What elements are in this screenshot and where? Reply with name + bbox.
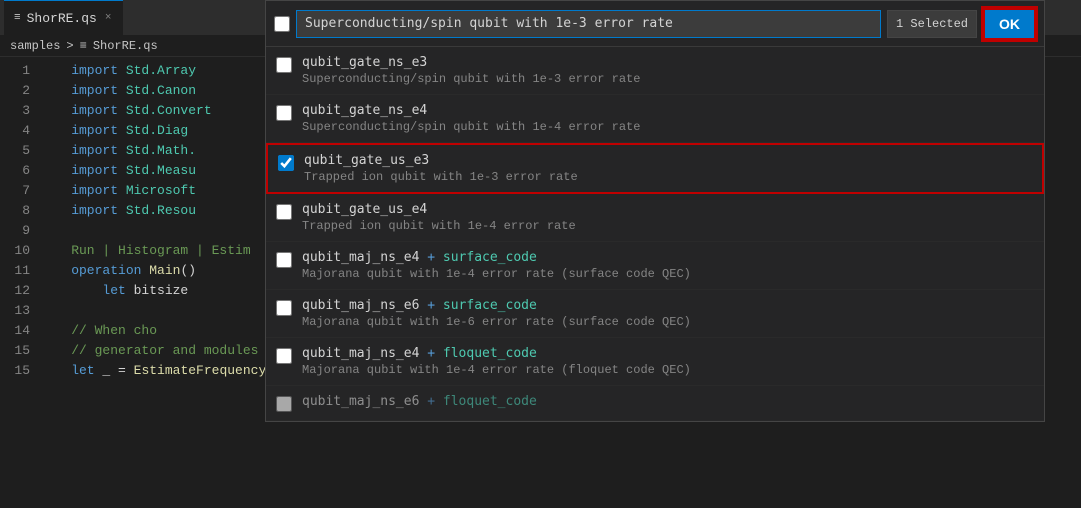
- list-item[interactable]: qubit_gate_us_e3 Trapped ion qubit with 1…: [266, 143, 1044, 194]
- item-name: qubit_maj_ns_e6 + surface_code: [302, 298, 691, 313]
- item-description: Majorana qubit with 1e-4 error rate (flo…: [302, 363, 691, 377]
- item-checkbox[interactable]: [276, 396, 292, 412]
- list-item[interactable]: qubit_maj_ns_e6 + surface_code Majorana q…: [266, 290, 1044, 338]
- editor-tab[interactable]: ≡ ShorRE.qs ×: [4, 0, 123, 35]
- tab-close-button[interactable]: ×: [103, 10, 114, 26]
- item-description: Superconducting/spin qubit with 1e-4 err…: [302, 120, 640, 134]
- list-item[interactable]: qubit_gate_ns_e3 Superconducting/spin qub…: [266, 47, 1044, 95]
- item-checkbox[interactable]: [276, 204, 292, 220]
- line-numbers: 12345678910111213141515: [0, 61, 40, 381]
- target-profile-picker: 1 Selected OK qubit_gate_ns_e3 Supercondu…: [265, 0, 1045, 422]
- search-input[interactable]: [296, 10, 881, 38]
- item-checkbox[interactable]: [276, 57, 292, 73]
- list-item[interactable]: qubit_maj_ns_e4 + surface_code Majorana q…: [266, 242, 1044, 290]
- item-checkbox[interactable]: [276, 300, 292, 316]
- breadcrumb-file[interactable]: ShorRE.qs: [93, 39, 158, 53]
- item-description: Trapped ion qubit with 1e-4 error rate: [302, 219, 576, 233]
- item-name: qubit_gate_ns_e4: [302, 103, 640, 118]
- item-checkbox[interactable]: [276, 252, 292, 268]
- select-all-checkbox[interactable]: [274, 16, 290, 32]
- item-name: qubit_maj_ns_e6 + floquet_code: [302, 394, 537, 409]
- item-name: qubit_maj_ns_e4 + surface_code: [302, 250, 691, 265]
- breadcrumb-path[interactable]: samples: [10, 39, 60, 53]
- item-name: qubit_gate_ns_e3: [302, 55, 640, 70]
- item-description: Superconducting/spin qubit with 1e-3 err…: [302, 72, 640, 86]
- item-checkbox[interactable]: [276, 348, 292, 364]
- list-item[interactable]: qubit_maj_ns_e4 + floquet_code Majorana q…: [266, 338, 1044, 386]
- list-item[interactable]: qubit_gate_ns_e4 Superconducting/spin qub…: [266, 95, 1044, 143]
- tab-label: ShorRE.qs: [27, 11, 97, 26]
- item-name: qubit_gate_us_e3: [304, 153, 578, 168]
- item-checkbox[interactable]: [278, 155, 294, 171]
- item-description: Majorana qubit with 1e-4 error rate (sur…: [302, 267, 691, 281]
- list-item[interactable]: qubit_gate_us_e4 Trapped ion qubit with 1…: [266, 194, 1044, 242]
- breadcrumb-separator: >: [66, 39, 73, 53]
- item-checkbox[interactable]: [276, 105, 292, 121]
- breadcrumb-file-icon: ≡: [80, 39, 87, 53]
- list-item[interactable]: qubit_maj_ns_e6 + floquet_code: [266, 386, 1044, 421]
- item-description: Majorana qubit with 1e-6 error rate (sur…: [302, 315, 691, 329]
- item-name: qubit_gate_us_e4: [302, 202, 576, 217]
- search-row: 1 Selected OK: [266, 1, 1044, 47]
- file-icon: ≡: [14, 12, 21, 24]
- item-description: Trapped ion qubit with 1e-3 error rate: [304, 170, 578, 184]
- item-name: qubit_maj_ns_e4 + floquet_code: [302, 346, 691, 361]
- ok-button[interactable]: OK: [983, 8, 1036, 40]
- target-profile-list[interactable]: qubit_gate_ns_e3 Superconducting/spin qub…: [266, 47, 1044, 421]
- selected-badge: 1 Selected: [887, 10, 977, 38]
